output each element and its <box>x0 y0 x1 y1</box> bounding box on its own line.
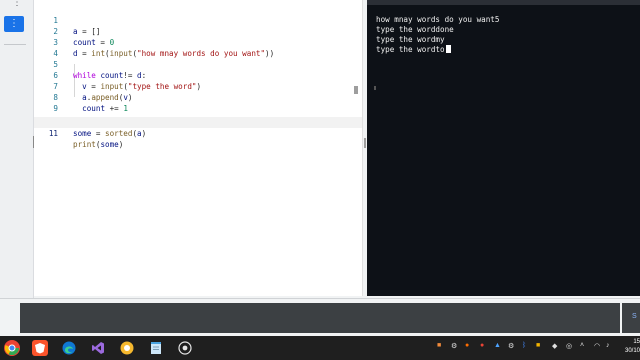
download-bar[interactable] <box>20 303 620 333</box>
app-icon[interactable] <box>119 340 135 356</box>
edge-icon[interactable] <box>61 340 77 356</box>
code-line[interactable]: 1 a = [] <box>34 4 362 36</box>
code-line[interactable]: 3 d = int(input("how mnay words do you w… <box>34 26 362 58</box>
code-line[interactable]: 6 v = input("type the word") <box>34 59 362 91</box>
tray-chevron-up-icon[interactable]: ˄ <box>580 342 588 352</box>
clock-date: 30/10 <box>624 348 640 354</box>
github-icon[interactable] <box>177 340 193 356</box>
tray-folder-icon[interactable]: ■ <box>536 342 544 352</box>
code-line[interactable]: 8 count += 1 <box>34 81 362 113</box>
notepad-icon[interactable] <box>148 340 164 356</box>
clock-time: 15 <box>633 339 640 345</box>
chrome-icon[interactable] <box>4 340 20 356</box>
code-text: print(some) <box>73 140 124 149</box>
console-input-line[interactable]: type the wordto <box>376 45 451 55</box>
divider <box>4 44 26 45</box>
menu-button[interactable]: ⋮ <box>4 16 24 32</box>
show-all-label: S <box>632 313 637 320</box>
tray-bluetooth-icon[interactable]: ᛒ <box>522 342 530 352</box>
editor-margin-mark <box>33 136 34 148</box>
console-output-line: type the worddone <box>376 25 454 34</box>
tray-chrome-icon[interactable]: ● <box>480 342 488 352</box>
code-line[interactable]: 7 a.append(v) <box>34 70 362 102</box>
console-output-line: type the wordmy <box>376 35 445 44</box>
code-text: some = sorted(a) <box>73 129 147 138</box>
editor-scrollbar-marker[interactable] <box>354 86 358 94</box>
visual-studio-icon[interactable] <box>90 340 106 356</box>
pane-resize-handle[interactable] <box>364 138 366 148</box>
code-line[interactable]: 2 count = 0 <box>34 15 362 47</box>
code-editor[interactable]: 1 a = [] 2 count = 0 3 d = int(input("ho… <box>34 0 363 296</box>
code-line-active[interactable]: 11 print(some) <box>34 117 362 149</box>
console-panel[interactable]: how mnay words do you want5 type the wor… <box>367 0 640 296</box>
tray-app-icon[interactable]: ■ <box>437 342 445 352</box>
tray-network-icon[interactable]: ▲ <box>494 342 502 352</box>
system-clock[interactable]: 15 30/10 <box>618 338 640 356</box>
console-output-line: how mnay words do you want5 <box>376 15 500 24</box>
terminal-cursor <box>445 45 451 53</box>
more-options-icon[interactable]: ⋮ <box>12 0 22 8</box>
tray-dropbox-icon[interactable]: ◆ <box>552 342 560 352</box>
tray-firefox-icon[interactable]: ● <box>465 342 473 352</box>
tray-security-icon[interactable]: ◎ <box>566 342 574 352</box>
wifi-icon[interactable]: ◠ <box>594 342 602 352</box>
taskbar: ■ ⚙ ● ● ▲ ⚙ ᛒ ■ ◆ ◎ ˄ ◠ ♪ 15 30/10 <box>0 336 640 360</box>
code-line[interactable]: 4 <box>34 37 362 58</box>
line-number: 11 <box>48 129 58 138</box>
volume-icon[interactable]: ♪ <box>606 342 614 352</box>
code-line[interactable]: 9 <box>34 92 362 113</box>
brave-icon[interactable] <box>32 340 48 356</box>
console-prompt-text: type the wordto <box>376 45 445 54</box>
tray-settings-icon[interactable]: ⚙ <box>508 342 516 352</box>
tray-gear-icon[interactable]: ⚙ <box>451 342 459 352</box>
code-line[interactable]: 10 some = sorted(a) <box>34 106 362 138</box>
console-url-bar <box>367 0 640 5</box>
show-all-downloads[interactable]: S <box>622 303 640 333</box>
left-toolbar: ⋮ ⋮ <box>0 0 34 298</box>
code-line[interactable]: 5 while count!= d: <box>34 48 362 80</box>
console-artifact <box>374 86 376 90</box>
